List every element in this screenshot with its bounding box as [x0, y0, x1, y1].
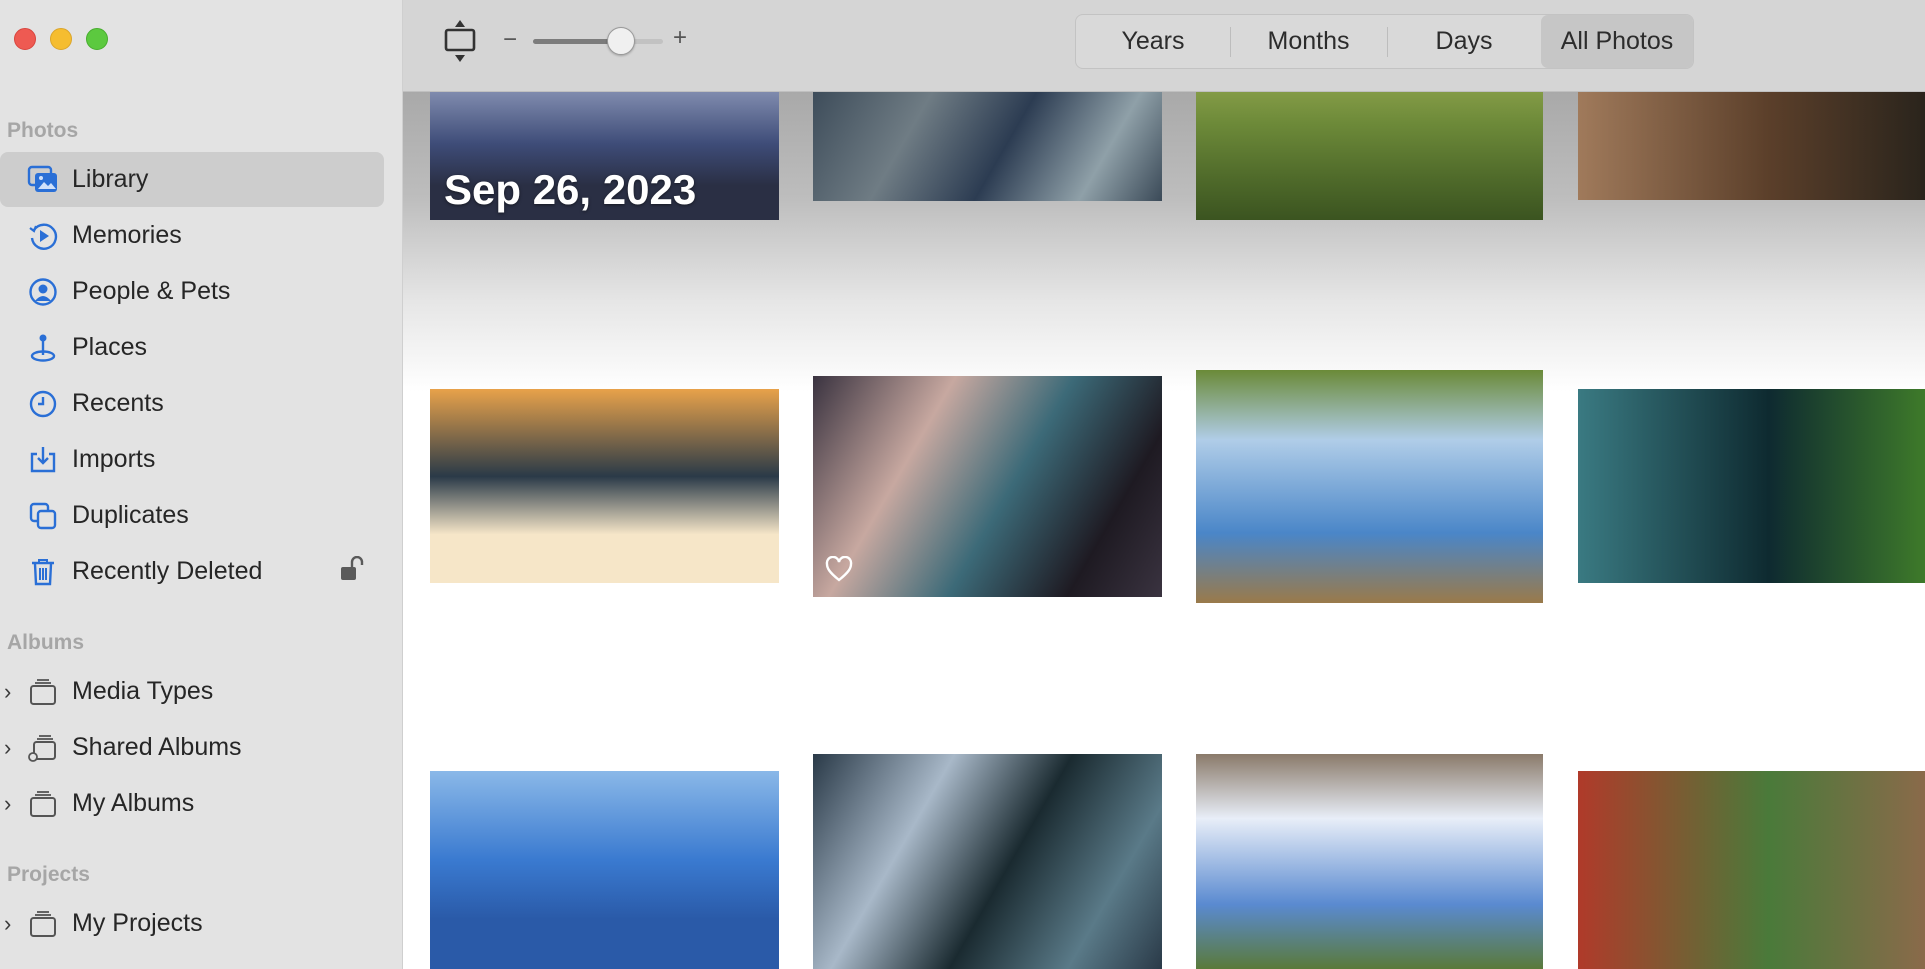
favorite-heart-icon[interactable] — [825, 555, 853, 587]
photos-window: Photos Library Memories People & Pets Pl… — [0, 0, 1925, 969]
photo-thumbnail[interactable] — [813, 92, 1162, 201]
sidebar-item-label: People & Pets — [72, 277, 231, 305]
date-header: Sep 26, 2023 — [444, 166, 697, 213]
sidebar-item-media-types[interactable]: › Media Types — [0, 664, 384, 719]
folder-stack-icon — [26, 675, 60, 709]
aspect-ratio-toggle-icon[interactable] — [443, 18, 477, 64]
photo-thumbnail[interactable] — [1196, 92, 1543, 220]
photo-thumbnail[interactable] — [1578, 92, 1925, 200]
sidebar-item-my-albums[interactable]: › My Albums — [0, 776, 384, 831]
photo-thumbnail[interactable] — [1196, 370, 1543, 603]
section-label-photos: Photos — [7, 119, 79, 142]
zoom-slider-knob[interactable] — [607, 27, 636, 55]
sidebar-item-people-pets[interactable]: People & Pets — [0, 264, 384, 319]
photo-thumbnail[interactable] — [430, 389, 779, 583]
sidebar-item-memories[interactable]: Memories — [0, 208, 384, 263]
sidebar-item-label: Recents — [72, 389, 164, 417]
trash-icon — [26, 555, 60, 589]
close-window-button[interactable] — [14, 28, 36, 50]
chevron-right-icon[interactable]: › — [4, 679, 11, 705]
person-circle-icon — [26, 275, 60, 309]
sidebar-item-label: Recently Deleted — [72, 557, 263, 585]
sidebar-item-my-projects[interactable]: › My Projects — [0, 896, 384, 951]
sidebar: Photos Library Memories People & Pets Pl… — [0, 0, 403, 969]
sidebar-item-duplicates[interactable]: Duplicates — [0, 488, 384, 543]
photo-thumbnail[interactable] — [1196, 754, 1543, 969]
chevron-right-icon[interactable]: › — [4, 735, 11, 761]
photo-thumbnail[interactable] — [813, 754, 1162, 969]
sidebar-item-recently-deleted[interactable]: Recently Deleted — [0, 544, 384, 599]
chevron-right-icon[interactable]: › — [4, 791, 11, 817]
sidebar-item-label: My Projects — [72, 909, 203, 937]
sidebar-item-label: Places — [72, 333, 148, 361]
memories-icon — [26, 219, 60, 253]
unlocked-padlock-icon[interactable] — [340, 555, 368, 587]
sidebar-item-shared-albums[interactable]: › Shared Albums — [0, 720, 384, 775]
window-controls — [14, 28, 108, 50]
tab-years[interactable]: Years — [1076, 15, 1230, 68]
folder-stack-icon — [26, 907, 60, 941]
sidebar-item-label: My Albums — [72, 789, 195, 817]
photo-thumbnail[interactable] — [813, 376, 1162, 597]
tab-months[interactable]: Months — [1230, 15, 1387, 68]
sidebar-item-imports[interactable]: Imports — [0, 432, 384, 487]
zoom-in-button[interactable]: + — [673, 24, 687, 52]
minimize-window-button[interactable] — [50, 28, 72, 50]
sidebar-item-label: Duplicates — [72, 501, 189, 529]
photo-thumbnail[interactable]: Sep 26, 2023 — [430, 92, 779, 220]
view-segmented-control: Years Months Days All Photos — [1075, 14, 1694, 69]
shared-folder-stack-icon — [26, 731, 60, 765]
library-icon — [26, 163, 60, 197]
sidebar-item-recents[interactable]: Recents — [0, 376, 384, 431]
chevron-right-icon[interactable]: › — [4, 911, 11, 937]
photo-thumbnail[interactable] — [430, 771, 779, 969]
tab-all-photos[interactable]: All Photos — [1541, 15, 1693, 68]
section-label-projects: Projects — [7, 863, 90, 886]
section-label-albums: Albums — [7, 631, 85, 654]
duplicates-icon — [26, 499, 60, 533]
import-tray-icon — [26, 443, 60, 477]
sidebar-item-label: Library — [72, 165, 149, 193]
tab-days[interactable]: Days — [1387, 15, 1541, 68]
sidebar-item-library[interactable]: Library — [0, 152, 384, 207]
sidebar-item-places[interactable]: Places — [0, 320, 384, 375]
clock-icon — [26, 387, 60, 421]
photo-grid: Sep 26, 2023 — [403, 92, 1925, 969]
toolbar: − + Years Months Days All Photos — [403, 0, 1925, 92]
sidebar-item-label: Memories — [72, 221, 182, 249]
photo-thumbnail[interactable] — [1578, 389, 1925, 583]
zoom-slider[interactable] — [533, 27, 663, 55]
zoom-out-button[interactable]: − — [503, 26, 517, 54]
sidebar-item-label: Shared Albums — [72, 733, 242, 761]
map-pin-icon — [26, 331, 60, 365]
sidebar-item-label: Imports — [72, 445, 156, 473]
zoom-window-button[interactable] — [86, 28, 108, 50]
sidebar-item-label: Media Types — [72, 677, 214, 705]
photo-thumbnail[interactable] — [1578, 771, 1925, 969]
folder-stack-icon — [26, 787, 60, 821]
